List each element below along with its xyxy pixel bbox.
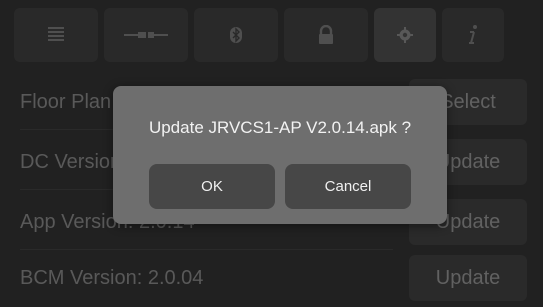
dialog-message: Update JRVCS1-AP V2.0.14.apk ? (148, 118, 412, 137)
update-confirm-dialog: Update JRVCS1-AP V2.0.14.apk ? OK Cancel (113, 86, 447, 224)
ok-button[interactable]: OK (149, 164, 275, 209)
cancel-button[interactable]: Cancel (285, 164, 411, 209)
